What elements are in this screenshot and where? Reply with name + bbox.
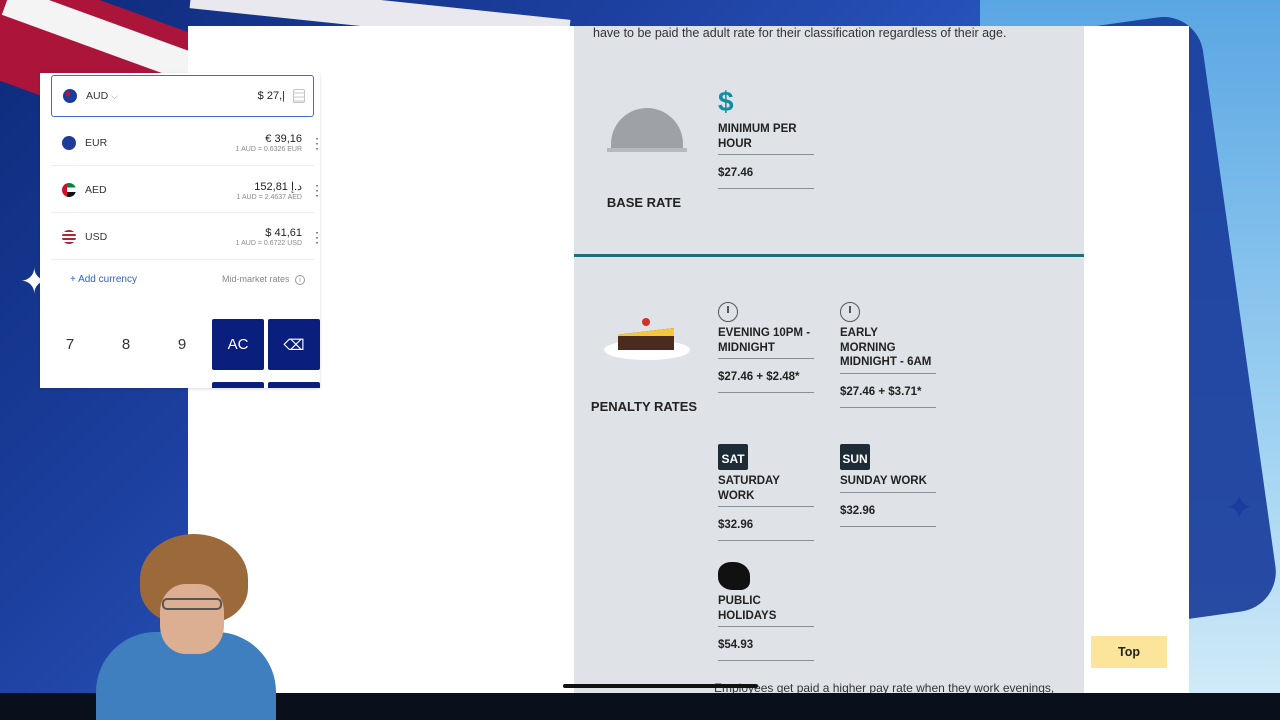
plus-icon: + bbox=[70, 274, 76, 285]
cloche-icon bbox=[607, 108, 687, 153]
more-options-icon[interactable]: ⋮ bbox=[310, 229, 324, 246]
eu-flag-icon bbox=[62, 136, 76, 150]
row-divider bbox=[51, 259, 314, 260]
exchange-rate: 1 AUD = 2.4637 AED bbox=[236, 193, 302, 201]
rate-item-saturday: SAT SATURDAY WORK $32.96 bbox=[718, 440, 814, 541]
key-9[interactable]: 9 bbox=[156, 319, 208, 370]
currency-row-aud[interactable]: AUD ⌵ $ 27,| bbox=[51, 75, 314, 117]
exchange-rate: 1 AUD = 0.6326 EUR bbox=[235, 146, 302, 153]
row-divider bbox=[51, 165, 314, 166]
mid-market-label: Mid-market rates bbox=[222, 274, 290, 284]
exchange-rate: 1 AUD = 0.6722 USD bbox=[235, 240, 302, 247]
currency-amount: $ 41,61 bbox=[265, 227, 302, 239]
currency-code: AED bbox=[85, 184, 107, 196]
rate-item-value: $27.46 + $3.71* bbox=[840, 386, 936, 408]
bottom-text: Employees get paid a higher pay rate whe… bbox=[714, 681, 1055, 693]
rate-item-early-morning: EARLY MORNING MIDNIGHT - 6AM $27.46 + $3… bbox=[840, 292, 936, 408]
calculator-icon[interactable] bbox=[293, 89, 305, 103]
webpage: have to be paid the adult rate for their… bbox=[188, 26, 1189, 693]
info-icon[interactable]: i bbox=[295, 275, 306, 285]
rate-item-value: $27.46 bbox=[718, 167, 814, 189]
rate-item-sunday: SUN SUNDAY WORK $32.96 bbox=[840, 440, 936, 527]
rate-item-evening: EVENING 10PM - MIDNIGHT $27.46 + $2.48* bbox=[718, 292, 814, 393]
back-to-top-button[interactable]: Top bbox=[1091, 636, 1167, 668]
pay-rates-panel: have to be paid the adult rate for their… bbox=[574, 26, 1084, 693]
presenter-glasses bbox=[162, 598, 222, 610]
key-7[interactable]: 7 bbox=[44, 319, 96, 370]
rate-item-title: EARLY MORNING MIDNIGHT - 6AM bbox=[840, 326, 936, 374]
more-options-icon[interactable]: ⋮ bbox=[310, 182, 324, 199]
key-partial bbox=[268, 382, 320, 388]
intro-text: have to be paid the adult rate for their… bbox=[593, 26, 1007, 40]
stopwatch-icon bbox=[840, 302, 860, 322]
add-currency-label: Add currency bbox=[78, 274, 137, 285]
background-star-icon: ✦ bbox=[1225, 489, 1254, 527]
penalty-rates-label: PENALTY RATES bbox=[590, 399, 698, 414]
dollar-icon: $ bbox=[718, 86, 734, 117]
section-divider bbox=[574, 254, 1084, 257]
webcam-presenter bbox=[88, 532, 278, 720]
rate-item-title: SUNDAY WORK bbox=[840, 474, 936, 493]
add-currency-link[interactable]: + Add currency bbox=[70, 274, 137, 285]
rate-item-value: $54.93 bbox=[718, 639, 814, 661]
backspace-icon: ⌫ bbox=[283, 336, 305, 354]
base-rate-label: BASE RATE bbox=[606, 195, 682, 210]
uae-flag-icon bbox=[62, 183, 76, 197]
rate-item-value: $27.46 + $2.48* bbox=[718, 371, 814, 393]
chevron-down-icon[interactable]: ⌵ bbox=[111, 91, 118, 102]
key-all-clear[interactable]: AC bbox=[212, 319, 264, 370]
key-backspace[interactable]: ⌫ bbox=[268, 319, 320, 370]
row-divider bbox=[51, 212, 314, 213]
amount-input[interactable]: $ 27,| bbox=[258, 90, 285, 102]
presenter-face bbox=[160, 584, 224, 654]
rate-item-title: EVENING 10PM - MIDNIGHT bbox=[718, 326, 814, 359]
usa-flag-icon bbox=[62, 230, 76, 244]
currency-converter: AUD ⌵ $ 27,| EUR € 39,16 1 AUD = 0.6326 … bbox=[40, 73, 324, 388]
currency-row-eur[interactable]: EUR € 39,16 1 AUD = 0.6326 EUR ⋮ bbox=[51, 121, 324, 165]
rate-item-value: $32.96 bbox=[718, 519, 814, 541]
key-8[interactable]: 8 bbox=[100, 319, 152, 370]
rate-item-value: $32.96 bbox=[840, 505, 936, 527]
currency-code: AUD bbox=[86, 90, 109, 102]
rate-item-minimum-per-hour: $ MINIMUM PER HOUR $27.46 bbox=[718, 86, 814, 189]
rate-item-title: SATURDAY WORK bbox=[718, 474, 814, 507]
more-options-icon[interactable]: ⋮ bbox=[310, 135, 324, 152]
rate-item-title: PUBLIC HOLIDAYS bbox=[718, 594, 814, 627]
horizontal-scrollbar[interactable] bbox=[563, 684, 758, 688]
mid-market-rates[interactable]: Mid-market rates i bbox=[222, 274, 306, 285]
calendar-sun-icon: SUN bbox=[840, 444, 870, 470]
currency-amount: 152,81 د.إ bbox=[254, 180, 302, 193]
calendar-sat-icon: SAT bbox=[718, 444, 748, 470]
currency-code: EUR bbox=[85, 137, 108, 149]
australia-flag-icon bbox=[63, 89, 77, 103]
stopwatch-icon bbox=[718, 302, 738, 322]
currency-row-usd[interactable]: USD $ 41,61 1 AUD = 0.6722 USD ⋮ bbox=[51, 215, 324, 259]
key-partial bbox=[212, 382, 264, 388]
rate-item-public-holidays: PUBLIC HOLIDAYS $54.93 bbox=[718, 560, 814, 661]
rate-item-title: MINIMUM PER HOUR bbox=[718, 122, 814, 155]
australia-map-icon bbox=[718, 562, 750, 590]
currency-row-aed[interactable]: AED 152,81 د.إ 1 AUD = 2.4637 AED ⋮ bbox=[51, 168, 324, 212]
cake-icon bbox=[604, 314, 690, 364]
currency-amount: € 39,16 bbox=[265, 133, 302, 145]
currency-code: USD bbox=[85, 231, 108, 243]
